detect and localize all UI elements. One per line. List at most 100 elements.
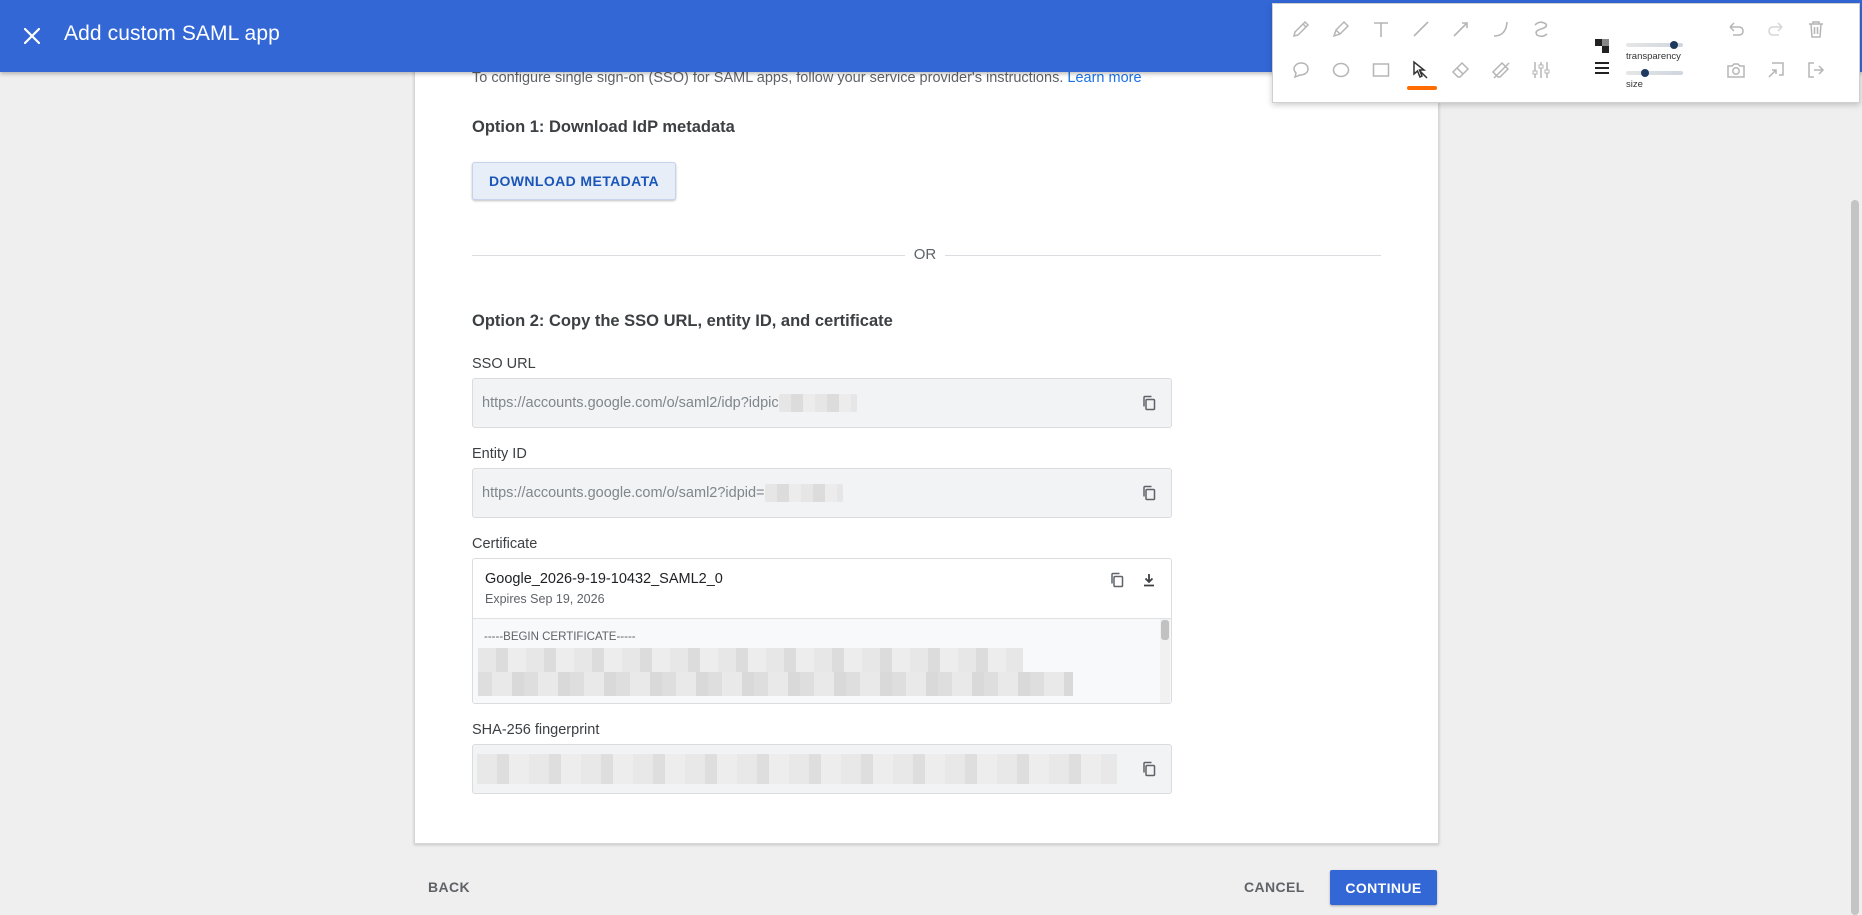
transparency-label: transparency bbox=[1626, 51, 1681, 62]
rectangle-icon bbox=[1372, 63, 1390, 77]
copy-icon bbox=[1111, 572, 1124, 588]
checker-icon bbox=[1595, 39, 1609, 53]
redacted-fingerprint bbox=[477, 754, 1117, 784]
entity-id-label: Entity ID bbox=[472, 446, 527, 462]
certificate-text-area[interactable]: -----BEGIN CERTIFICATE----- bbox=[473, 618, 1171, 703]
copy-icon bbox=[1143, 485, 1156, 501]
certificate-expiry: Expires Sep 19, 2026 bbox=[485, 592, 605, 606]
or-text: OR bbox=[913, 246, 937, 263]
eraser-slash-icon bbox=[1491, 61, 1510, 79]
pencil-icon bbox=[1292, 20, 1310, 38]
page-scrollbar[interactable] bbox=[1848, 72, 1862, 915]
copy-entity-id-button[interactable] bbox=[1135, 479, 1163, 507]
certificate-begin-line: -----BEGIN CERTIFICATE----- bbox=[484, 631, 636, 643]
cursor-arrow-icon bbox=[1413, 60, 1428, 79]
freehand-tool[interactable] bbox=[1528, 16, 1554, 42]
sso-url-field[interactable]: https://accounts.google.com/o/saml2/idp?… bbox=[472, 378, 1172, 428]
camera-icon bbox=[1727, 63, 1745, 78]
certificate-box: Google_2026-9-19-10432_SAML2_0 Expires S… bbox=[472, 558, 1172, 704]
line-tool[interactable] bbox=[1408, 16, 1434, 42]
certificate-scrollbar[interactable] bbox=[1160, 619, 1170, 703]
copy-fingerprint-button[interactable] bbox=[1135, 755, 1163, 783]
active-tool-indicator bbox=[1407, 86, 1437, 90]
select-tool[interactable] bbox=[1408, 57, 1434, 83]
settings-tool[interactable] bbox=[1528, 57, 1554, 83]
copy-icon bbox=[1143, 761, 1156, 777]
download-certificate-button[interactable] bbox=[1135, 566, 1163, 594]
sso-url-label: SSO URL bbox=[472, 356, 536, 372]
rectangle-tool[interactable] bbox=[1368, 57, 1394, 83]
learn-more-link[interactable]: Learn more bbox=[1067, 70, 1141, 86]
size-label: size bbox=[1626, 79, 1643, 90]
intro-text: To configure single sign-on (SSO) for SA… bbox=[472, 70, 1142, 86]
line-weight-icon bbox=[1595, 62, 1609, 74]
eraser-icon bbox=[1451, 61, 1470, 78]
delete-button[interactable] bbox=[1803, 16, 1829, 42]
pen-icon bbox=[1332, 20, 1350, 38]
line-weight-toggle[interactable] bbox=[1594, 60, 1610, 76]
redacted-block bbox=[778, 394, 857, 412]
copy-certificate-button[interactable] bbox=[1103, 566, 1131, 594]
or-divider: OR bbox=[472, 246, 1381, 266]
trash-icon bbox=[1809, 21, 1823, 38]
certificate-name: Google_2026-9-19-10432_SAML2_0 bbox=[485, 571, 723, 587]
option1-title: Option 1: Download IdP metadata bbox=[472, 118, 735, 136]
sso-url-text: https://accounts.google.com/o/saml2/idp?… bbox=[482, 394, 779, 411]
text-icon bbox=[1374, 22, 1388, 37]
redacted-certificate-line bbox=[478, 672, 1073, 696]
opacity-toggle[interactable] bbox=[1594, 38, 1610, 54]
circle-icon bbox=[1332, 62, 1350, 78]
sliders-icon bbox=[1532, 62, 1550, 78]
curve-icon bbox=[1493, 21, 1508, 37]
copy-icon bbox=[1143, 395, 1156, 411]
ellipse-tool[interactable] bbox=[1328, 57, 1354, 83]
pen-tool[interactable] bbox=[1328, 16, 1354, 42]
saml-setup-card: To configure single sign-on (SSO) for SA… bbox=[414, 60, 1439, 844]
download-metadata-button[interactable]: DOWNLOAD METADATA bbox=[472, 162, 676, 200]
clear-eraser-tool[interactable] bbox=[1488, 57, 1514, 83]
entity-id-text: https://accounts.google.com/o/saml2?idpi… bbox=[482, 484, 765, 501]
cast-button[interactable] bbox=[1763, 57, 1789, 83]
certificate-scroll-thumb[interactable] bbox=[1161, 620, 1169, 640]
redacted-block bbox=[764, 484, 843, 502]
entity-id-field[interactable]: https://accounts.google.com/o/saml2?idpi… bbox=[472, 468, 1172, 518]
copy-sso-url-button[interactable] bbox=[1135, 389, 1163, 417]
sha256-label: SHA-256 fingerprint bbox=[472, 722, 600, 738]
intro-sentence: To configure single sign-on (SSO) for SA… bbox=[472, 70, 1064, 86]
undo-icon bbox=[1729, 22, 1744, 36]
divider-line-left bbox=[472, 255, 905, 256]
arrow-line-tool[interactable] bbox=[1448, 16, 1474, 42]
size-knob[interactable] bbox=[1640, 69, 1649, 77]
screenshot-button[interactable] bbox=[1723, 57, 1749, 83]
entity-id-value: https://accounts.google.com/o/saml2?idpi… bbox=[482, 484, 843, 502]
divider-line-right bbox=[945, 255, 1381, 256]
speech-bubble-icon bbox=[1293, 62, 1309, 79]
page-title: Add custom SAML app bbox=[64, 22, 280, 45]
pencil-tool[interactable] bbox=[1288, 16, 1314, 42]
exit-icon bbox=[1808, 62, 1825, 78]
back-button[interactable]: BACK bbox=[428, 872, 470, 902]
redacted-certificate-line bbox=[478, 648, 1023, 672]
arrow-line-icon bbox=[1453, 22, 1468, 37]
close-icon bbox=[23, 27, 41, 45]
cast-icon bbox=[1768, 62, 1784, 78]
cancel-button[interactable]: CANCEL bbox=[1244, 872, 1305, 902]
redo-icon bbox=[1768, 22, 1783, 36]
line-icon bbox=[1413, 21, 1429, 37]
eraser-tool[interactable] bbox=[1448, 57, 1474, 83]
sso-url-value: https://accounts.google.com/o/saml2/idp?… bbox=[482, 394, 857, 412]
undo-button[interactable] bbox=[1723, 16, 1749, 42]
option2-title: Option 2: Copy the SSO URL, entity ID, a… bbox=[472, 312, 893, 330]
redo-button[interactable] bbox=[1763, 16, 1789, 42]
size-slider[interactable] bbox=[1626, 69, 1683, 77]
page-scroll-thumb[interactable] bbox=[1851, 200, 1859, 915]
lasso-tool[interactable] bbox=[1288, 57, 1314, 83]
close-button[interactable] bbox=[14, 14, 50, 58]
curve-tool[interactable] bbox=[1488, 16, 1514, 42]
exit-button[interactable] bbox=[1803, 57, 1829, 83]
transparency-slider[interactable] bbox=[1626, 41, 1683, 49]
continue-button[interactable]: CONTINUE bbox=[1330, 870, 1437, 905]
sha256-field[interactable] bbox=[472, 744, 1172, 794]
text-tool[interactable] bbox=[1368, 16, 1394, 42]
certificate-label: Certificate bbox=[472, 536, 538, 552]
